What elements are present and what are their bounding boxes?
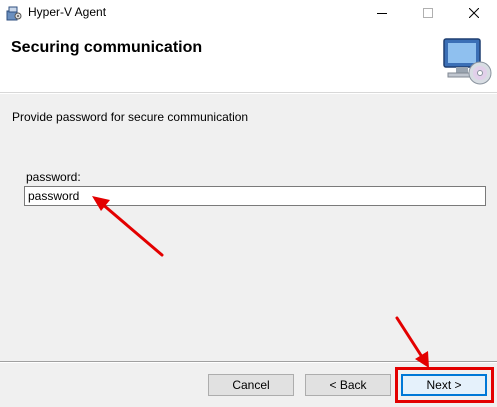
wizard-body: Provide password for secure communicatio… (0, 94, 497, 362)
title-bar: Hyper-V Agent (0, 0, 497, 25)
wizard-header: Securing communication (0, 25, 497, 93)
installer-icon (6, 6, 22, 21)
next-button-highlight (395, 367, 494, 403)
page-title: Securing communication (11, 39, 203, 56)
minimize-button[interactable] (359, 0, 405, 25)
computer-cd-icon (443, 38, 492, 85)
maximize-icon (423, 7, 433, 18)
back-button[interactable]: < Back (305, 374, 391, 396)
cancel-button[interactable]: Cancel (208, 374, 294, 396)
password-input[interactable] (24, 186, 486, 206)
close-icon (469, 7, 479, 18)
maximize-button[interactable] (405, 0, 451, 25)
close-button[interactable] (451, 0, 497, 25)
minimize-icon (377, 12, 387, 14)
instruction-text: Provide password for secure communicatio… (12, 110, 249, 124)
window-title: Hyper-V Agent (28, 5, 107, 19)
password-label: password: (26, 170, 81, 184)
